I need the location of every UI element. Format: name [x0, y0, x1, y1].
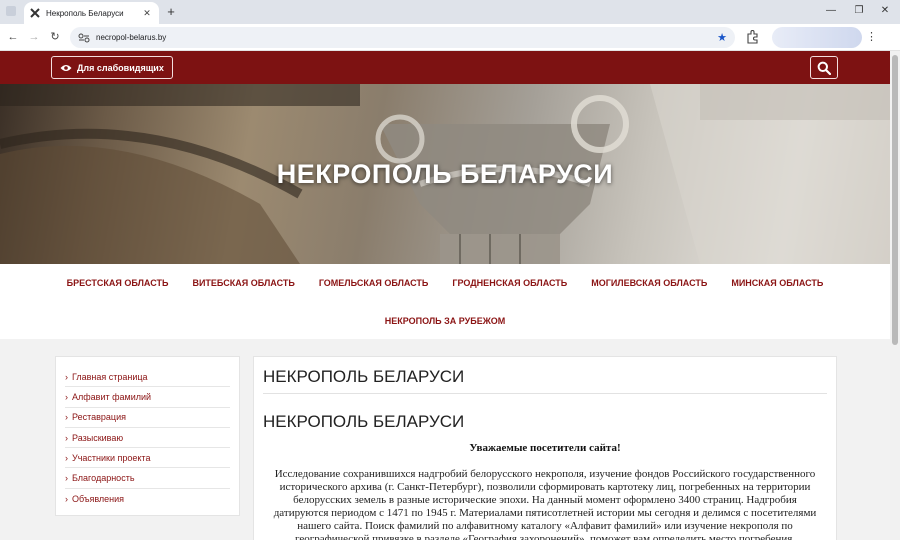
main-article: НЕКРОПОЛЬ БЕЛАРУСИ НЕКРОПОЛЬ БЕЛАРУСИ Ув…: [253, 356, 837, 540]
browser-toolbar: ← → ↻ necropol-belarus.by ★ ⋮: [0, 24, 900, 51]
sidebar-item-home[interactable]: › Главная страница: [65, 367, 230, 388]
chevron-right-icon: ›: [65, 452, 68, 463]
chevron-right-icon: ›: [65, 412, 68, 423]
page-title: НЕКРОПОЛЬ БЕЛАРУСИ: [263, 357, 827, 394]
article-heading: НЕКРОПОЛЬ БЕЛАРУСИ: [263, 412, 465, 431]
chevron-right-icon: ›: [65, 493, 68, 504]
bookmark-star-icon[interactable]: ★: [717, 31, 727, 44]
hero-title: НЕКРОПОЛЬ БЕЛАРУСИ: [276, 159, 614, 189]
eye-icon: [60, 64, 72, 71]
extensions-puzzle-icon[interactable]: [745, 30, 759, 44]
sidebar-item-label: Алфавит фамилий: [72, 391, 152, 402]
sidebar-item-label: Реставрация: [72, 412, 126, 423]
forward-arrow-icon[interactable]: →: [27, 30, 41, 44]
regions-row-2: НЕКРОПОЛЬ ЗА РУБЕЖОМ: [0, 316, 890, 326]
region-link-mogilev[interactable]: МОГИЛЕВСКАЯ ОБЛАСТЬ: [591, 278, 707, 288]
regions-nav: БРЕСТСКАЯ ОБЛАСТЬ ВИТЕБСКАЯ ОБЛАСТЬ ГОМЕ…: [0, 264, 890, 339]
region-link-vitebsk[interactable]: ВИТЕБСКАЯ ОБЛАСТЬ: [192, 278, 294, 288]
hero-banner: НЕКРОПОЛЬ БЕЛАРУСИ: [0, 84, 890, 264]
back-arrow-icon[interactable]: ←: [6, 30, 20, 44]
page-viewport: Для слабовидящих НЕКРОПОЛЬ БЕЛАРУСИ БРЕС…: [0, 51, 890, 540]
sidebar-item-announcements[interactable]: › Объявления: [65, 489, 230, 509]
sidebar-item-label: Объявления: [72, 493, 125, 504]
new-tab-button[interactable]: +: [163, 4, 179, 20]
sidebar-item-gratitude[interactable]: › Благодарность: [65, 468, 230, 489]
region-link-brest[interactable]: БРЕСТСКАЯ ОБЛАСТЬ: [67, 278, 169, 288]
profile-button[interactable]: [772, 27, 862, 48]
chevron-right-icon: ›: [65, 432, 68, 443]
tab-search-icon[interactable]: [6, 6, 16, 16]
scrollbar-thumb[interactable]: [892, 55, 898, 345]
browser-tab-active[interactable]: Некрополь Беларуси ✕: [24, 2, 159, 24]
tab-close-icon[interactable]: ✕: [141, 8, 153, 19]
maximize-window-icon[interactable]: ❐: [852, 5, 866, 16]
chevron-right-icon: ›: [65, 371, 68, 382]
browser-tab-strip: Некрополь Беларуси ✕ + — ❐ ✕: [0, 0, 900, 24]
sidebar-item-participants[interactable]: › Участники проекта: [65, 448, 230, 469]
site-info-icon[interactable]: [78, 33, 90, 43]
sidebar-item-label: Благодарность: [72, 473, 135, 484]
region-link-abroad[interactable]: НЕКРОПОЛЬ ЗА РУБЕЖОМ: [385, 316, 506, 326]
chevron-right-icon: ›: [65, 473, 68, 484]
regions-row-1: БРЕСТСКАЯ ОБЛАСТЬ ВИТЕБСКАЯ ОБЛАСТЬ ГОМЕ…: [0, 278, 890, 288]
sidebar-item-label: Разыскиваю: [72, 432, 124, 443]
close-window-icon[interactable]: ✕: [878, 5, 892, 16]
browser-menu-icon[interactable]: ⋮: [866, 30, 877, 43]
region-link-minsk[interactable]: МИНСКАЯ ОБЛАСТЬ: [731, 278, 823, 288]
site-favicon-icon: [30, 8, 40, 18]
sidebar-item-label: Участники проекта: [72, 452, 151, 463]
reload-icon[interactable]: ↻: [48, 30, 62, 44]
low-vision-button[interactable]: Для слабовидящих: [51, 56, 173, 79]
tab-title: Некрополь Беларуси: [46, 8, 124, 18]
sidebar-item-restoration[interactable]: › Реставрация: [65, 408, 230, 428]
region-link-gomel[interactable]: ГОМЕЛЬСКАЯ ОБЛАСТЬ: [319, 278, 429, 288]
region-link-grodno[interactable]: ГРОДНЕНСКАЯ ОБЛАСТЬ: [452, 278, 567, 288]
sidebar-menu: › Главная страница › Алфавит фамилий › Р…: [55, 356, 240, 516]
address-bar[interactable]: necropol-belarus.by ★: [70, 27, 735, 48]
article-greeting: Уважаемые посетители сайта!: [469, 442, 621, 454]
page-scrollbar[interactable]: [890, 51, 900, 540]
article-body: Исследование сохранившихся надгробий бел…: [273, 468, 817, 540]
sidebar-item-searching[interactable]: › Разыскиваю: [65, 428, 230, 449]
sidebar-item-surnames[interactable]: › Алфавит фамилий: [65, 387, 230, 408]
chevron-right-icon: ›: [65, 391, 68, 402]
sidebar-item-label: Главная страница: [72, 371, 148, 382]
search-icon: [817, 61, 831, 75]
site-topbar: Для слабовидящих: [0, 51, 890, 84]
minimize-window-icon[interactable]: —: [824, 5, 838, 16]
url-text: necropol-belarus.by: [96, 33, 167, 42]
low-vision-label: Для слабовидящих: [77, 62, 164, 73]
site-search-button[interactable]: [810, 56, 838, 79]
